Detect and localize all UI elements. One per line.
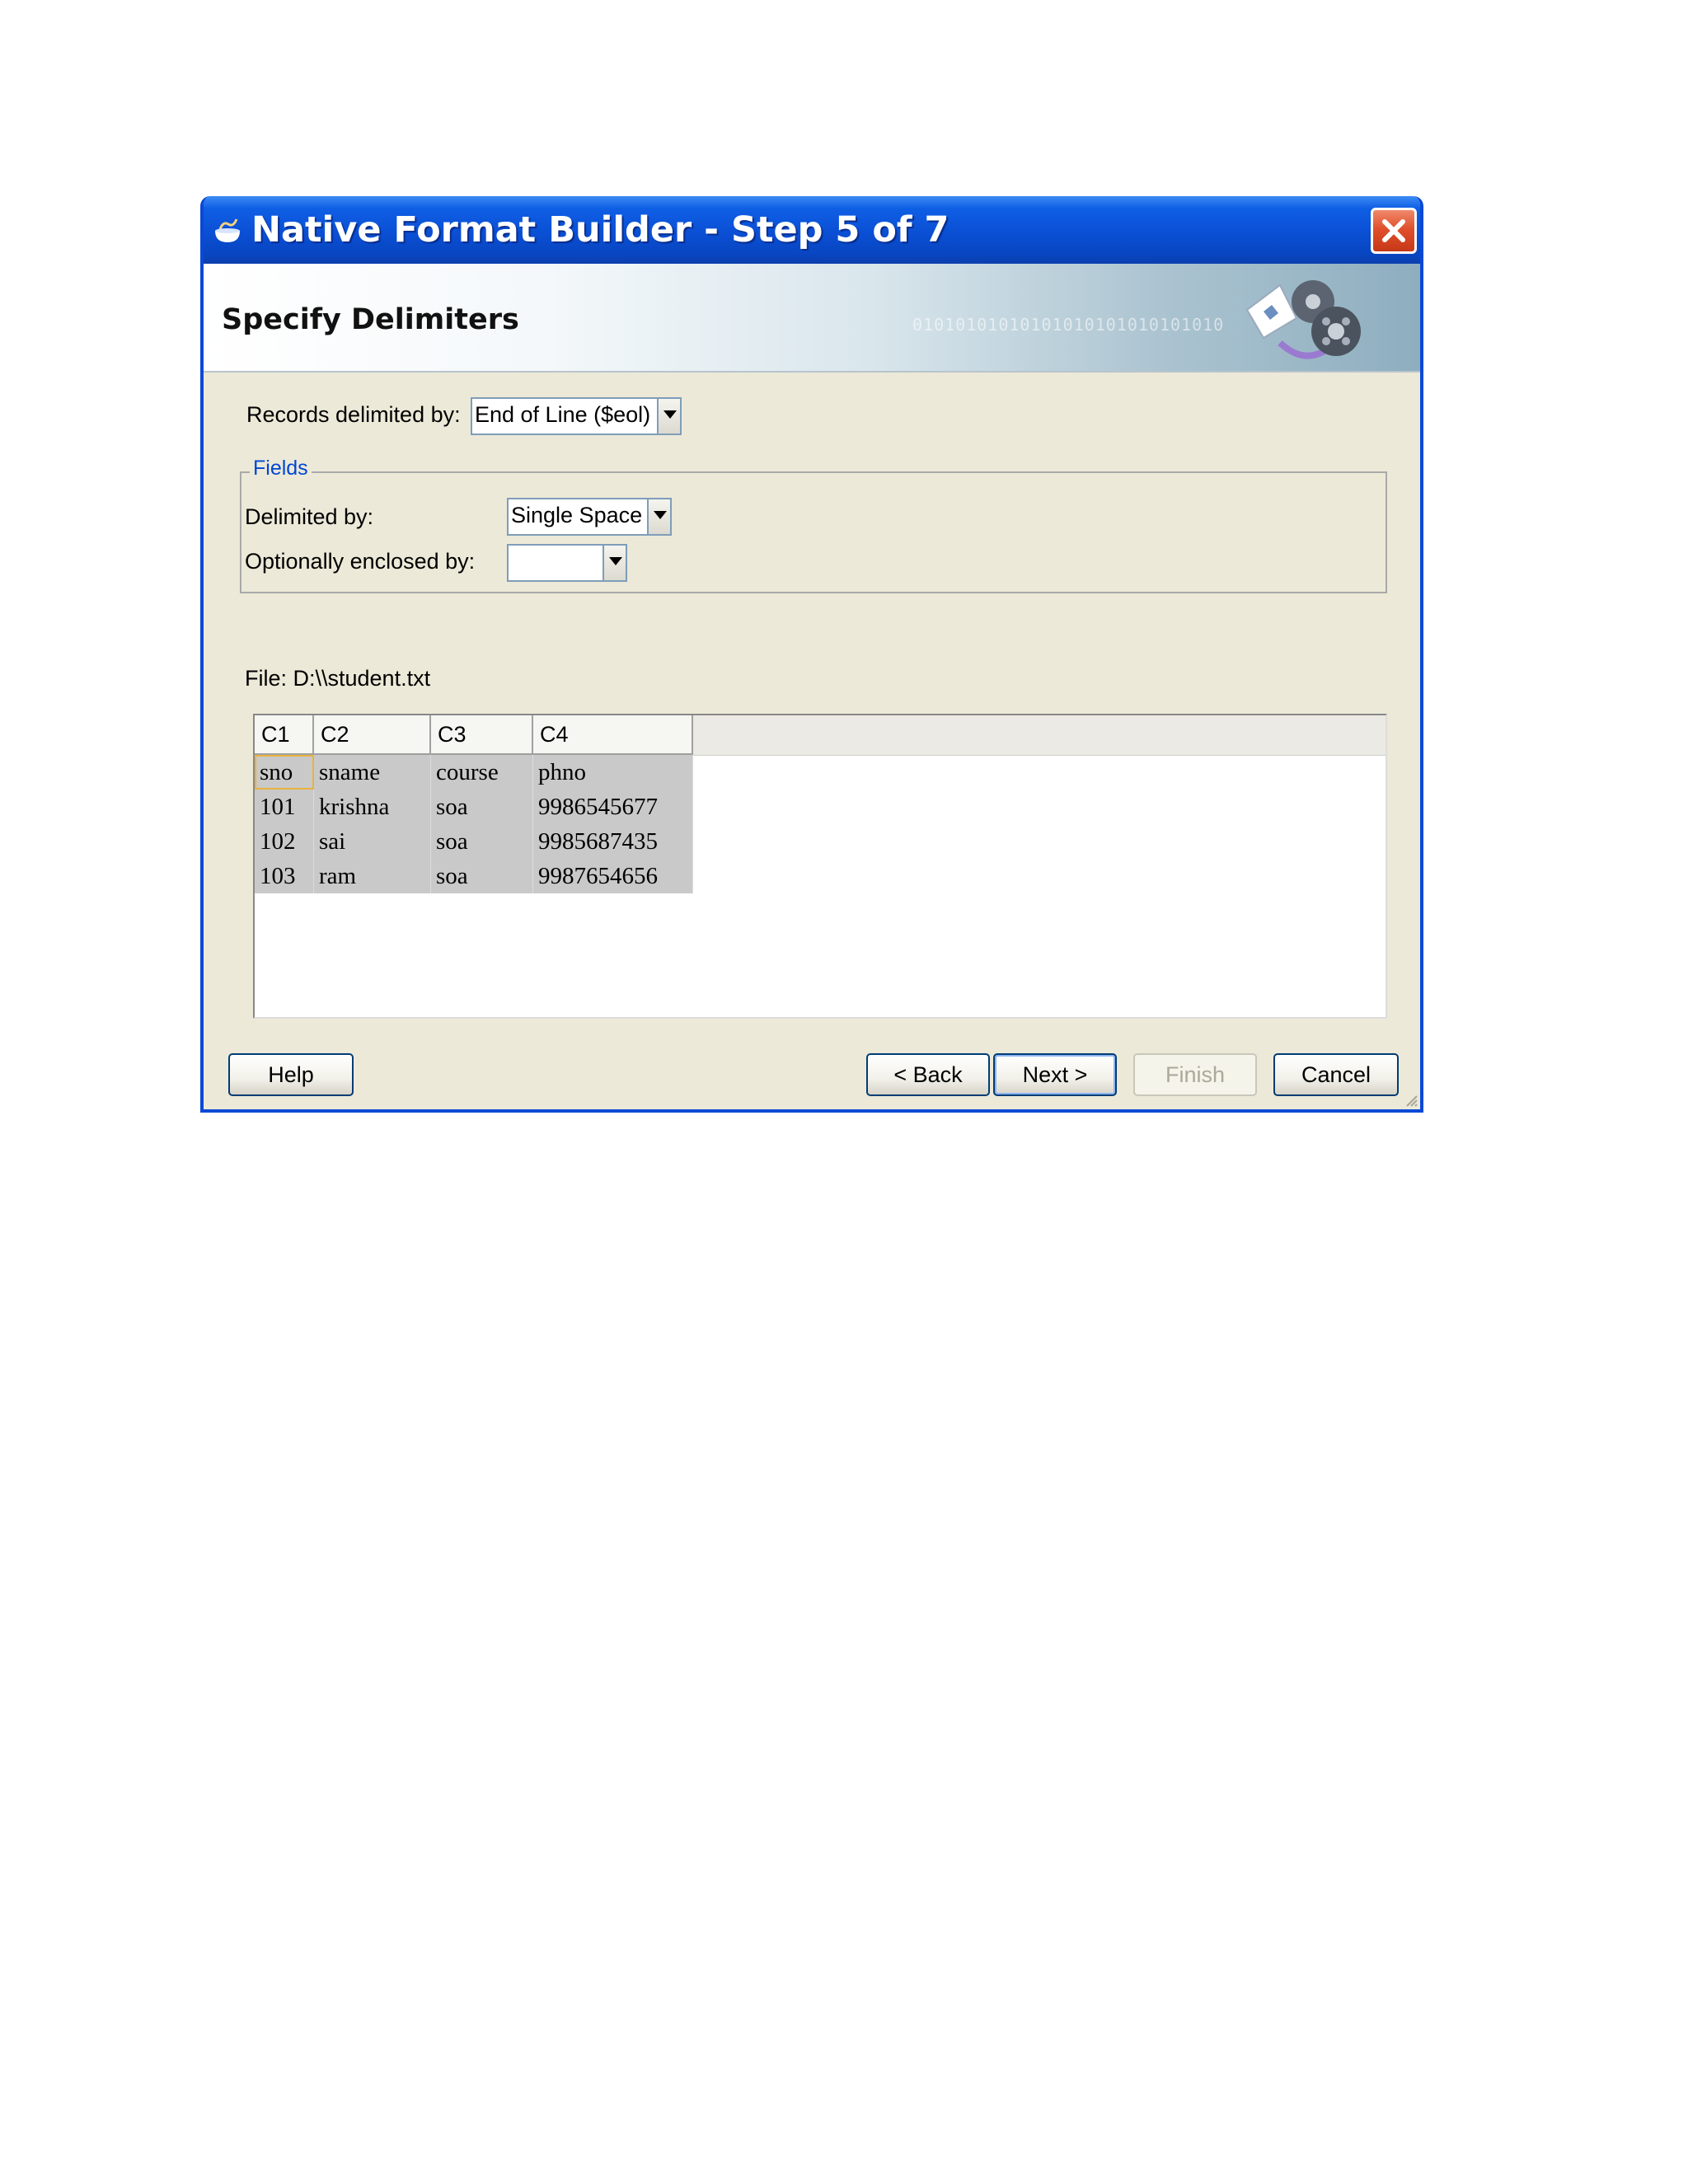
records-delimiter-value: End of Line ($eol) xyxy=(475,402,651,427)
app-cup-icon xyxy=(215,218,240,242)
table-cell[interactable]: sname xyxy=(314,755,431,790)
enclosed-by-combo[interactable] xyxy=(507,544,627,582)
next-button[interactable]: Next > xyxy=(993,1053,1117,1096)
enclosed-by-label: Optionally enclosed by: xyxy=(245,549,476,574)
table-cell[interactable]: soa xyxy=(431,824,533,859)
back-button[interactable]: < Back xyxy=(866,1053,990,1096)
file-path-label: File: D:\\student.txt xyxy=(245,666,431,691)
fields-group: Fields xyxy=(240,457,1387,593)
native-format-builder-dialog: Native Format Builder - Step 5 of 7 Spec… xyxy=(200,196,1423,1113)
table-cell[interactable]: ram xyxy=(314,859,431,893)
finish-button[interactable]: Finish xyxy=(1133,1053,1257,1096)
table-cell[interactable]: 9985687435 xyxy=(533,824,693,859)
wizard-header: Specify Delimiters 010101010101010101010… xyxy=(204,264,1420,373)
table-cell[interactable]: soa xyxy=(431,790,533,824)
chevron-down-icon[interactable] xyxy=(657,399,680,434)
records-delimited-label: Records delimited by: xyxy=(246,402,461,427)
column-header-c4[interactable]: C4 xyxy=(533,715,693,755)
table-cell[interactable]: course xyxy=(431,755,533,790)
table-cell[interactable]: 101 xyxy=(255,790,314,824)
field-delimiter-combo[interactable]: Single Space xyxy=(507,498,672,536)
close-icon xyxy=(1382,219,1405,242)
table-cell[interactable]: phno xyxy=(533,755,693,790)
delimited-by-label: Delimited by: xyxy=(245,504,374,529)
chevron-down-icon[interactable] xyxy=(647,499,670,534)
cancel-button[interactable]: Cancel xyxy=(1273,1053,1399,1096)
table-cell[interactable]: 9987654656 xyxy=(533,859,693,893)
data-preview-table[interactable]: C1 C2 C3 C4 sno sname course phno 101 kr… xyxy=(253,714,1387,1019)
table-cell[interactable]: krishna xyxy=(314,790,431,824)
records-delimiter-combo[interactable]: End of Line ($eol) xyxy=(471,397,682,435)
header-binary-decoration: 01010101010101010101010101010 xyxy=(912,315,1225,335)
column-header-c2[interactable]: C2 xyxy=(314,715,431,755)
help-button[interactable]: Help xyxy=(228,1053,354,1096)
field-delimiter-value: Single Space xyxy=(511,503,643,527)
step-title: Specify Delimiters xyxy=(222,303,519,336)
fields-legend: Fields xyxy=(250,457,312,480)
close-button[interactable] xyxy=(1371,208,1417,254)
table-cell[interactable]: soa xyxy=(431,859,533,893)
film-reel-icon xyxy=(1245,280,1361,359)
resize-grip-icon[interactable] xyxy=(1402,1091,1418,1108)
table-cell[interactable]: 102 xyxy=(255,824,314,859)
table-cell[interactable]: 9986545677 xyxy=(533,790,693,824)
table-cell[interactable]: sai xyxy=(314,824,431,859)
column-header-c1[interactable]: C1 xyxy=(255,715,314,755)
window-title: Native Format Builder - Step 5 of 7 xyxy=(251,209,950,251)
table-cell[interactable]: 103 xyxy=(255,859,314,893)
chevron-down-icon[interactable] xyxy=(603,546,626,580)
title-bar[interactable]: Native Format Builder - Step 5 of 7 xyxy=(204,196,1420,264)
table-cell[interactable]: sno xyxy=(255,755,314,790)
column-header-c3[interactable]: C3 xyxy=(431,715,533,755)
